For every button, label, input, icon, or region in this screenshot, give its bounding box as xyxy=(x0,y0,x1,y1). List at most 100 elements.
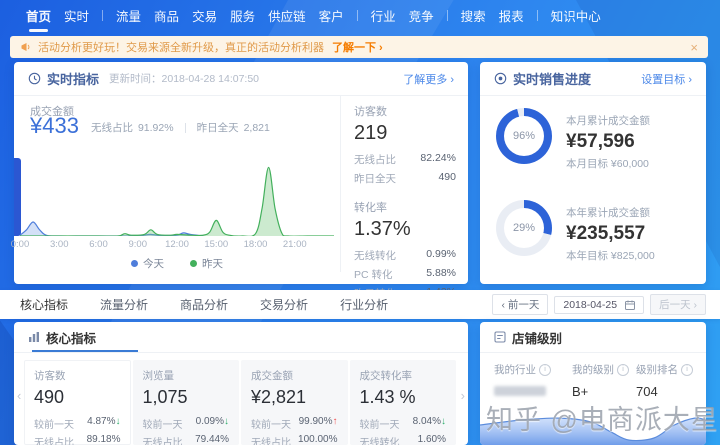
realtime-side-metrics: 访客数 219 无线占比 82.24% 昨日全天 490 转化率 1.37% 无… xyxy=(354,103,456,301)
panel-title: 实时指标 xyxy=(47,69,99,88)
tab-trade-analysis[interactable]: 交易分析 xyxy=(260,296,308,313)
amount-value: ¥433 xyxy=(30,114,79,138)
panel-title: 实时销售进度 xyxy=(513,69,591,88)
prev-day-button[interactable]: ‹ 前一天 xyxy=(492,294,548,315)
tab-core-metrics[interactable]: 核心指标 xyxy=(20,296,68,313)
separator xyxy=(185,123,186,133)
info-icon[interactable]: i xyxy=(681,364,693,376)
carousel-prev-icon[interactable]: ‹ xyxy=(17,388,21,403)
year-progress-percent: 29% xyxy=(513,222,535,234)
carousel-next-icon[interactable]: › xyxy=(461,388,465,403)
year-target: 本年目标 ¥825,000 xyxy=(566,248,696,263)
x-axis-tick-labels: 0:003:006:009:0012:0015:0018:0021:00 xyxy=(20,239,334,251)
tab-product-analysis[interactable]: 商品分析 xyxy=(180,296,228,313)
active-card-indicator xyxy=(32,350,138,352)
trend-down-icon: ↓ xyxy=(116,416,121,427)
metric-row-key: 无线占比 xyxy=(251,434,291,445)
metric-card-visitors[interactable]: 访客数 490 较前一天 4.87%↓ 无线占比 89.18% xyxy=(24,360,131,445)
nav-item-realtime[interactable]: 实时 xyxy=(64,6,89,25)
info-icon[interactable]: i xyxy=(539,364,551,376)
metric-row-value: 8.04% xyxy=(413,416,441,427)
next-day-button[interactable]: 后一天 › xyxy=(650,294,706,315)
core-metric-cards: 访客数 490 较前一天 4.87%↓ 无线占比 89.18% 浏览量 1,07… xyxy=(24,360,458,445)
target-key: 本月目标 xyxy=(566,158,608,170)
nav-item-supply-chain[interactable]: 供应链 xyxy=(268,6,306,25)
tab-traffic-analysis[interactable]: 流量分析 xyxy=(100,296,148,313)
metric-row: 较前一天 4.87%↓ xyxy=(34,416,121,431)
legend-dot-yesterday xyxy=(190,260,197,267)
metric-value: 490 xyxy=(34,387,121,408)
nav-item-trade[interactable]: 交易 xyxy=(192,6,217,25)
x-tick-label: 3:00 xyxy=(47,239,71,250)
trend-down-icon: ↓ xyxy=(441,416,446,427)
nav-item-products[interactable]: 商品 xyxy=(154,6,179,25)
metric-value: 1.43 % xyxy=(360,387,447,408)
nav-item-knowledge-center[interactable]: 知识中心 xyxy=(551,6,601,25)
metric-row-value: 4.87% xyxy=(87,416,115,427)
top-nav: 首页 实时 流量 商品 交易 服务 供应链 客户 行业 竞争 搜索 报表 知识中… xyxy=(0,0,720,30)
watermark: 知乎 @电商派大星 xyxy=(486,398,719,437)
metric-value: ¥2,821 xyxy=(251,387,338,408)
trend-up-icon: ↑ xyxy=(333,416,338,427)
legend-item-yesterday[interactable]: 昨天 xyxy=(190,256,223,271)
learn-more-link[interactable]: 了解更多 › xyxy=(403,71,454,87)
metric-card-conversion-rate[interactable]: 成交转化率 1.43 % 较前一天 8.04%↓ 无线转化 1.60% xyxy=(350,360,457,445)
nav-item-traffic[interactable]: 流量 xyxy=(116,6,141,25)
nav-divider xyxy=(537,10,538,21)
notice-link[interactable]: 了解一下 › xyxy=(332,39,383,55)
metric-label: 成交金额 xyxy=(251,368,338,383)
realtime-panel-header: 实时指标 更新时间：2018-04-28 14:07:50 了解更多 › xyxy=(14,62,468,96)
metric-row-key: 较前一天 xyxy=(34,416,74,431)
nav-item-customers[interactable]: 客户 xyxy=(319,6,344,25)
metric-card-pageviews[interactable]: 浏览量 1,075 较前一天 0.09%↓ 无线占比 79.44% xyxy=(133,360,240,445)
nav-item-competition[interactable]: 竞争 xyxy=(409,6,434,25)
realtime-metrics-panel: 实时指标 更新时间：2018-04-28 14:07:50 了解更多 › 成交金… xyxy=(14,62,468,284)
clock-icon xyxy=(28,72,41,85)
x-tick-label: 15:00 xyxy=(204,239,228,250)
set-target-link[interactable]: 设置目标 › xyxy=(641,71,692,87)
metric-label: 访客数 xyxy=(34,368,121,383)
sales-progress-panel: 实时销售进度 设置目标 › 96% 本月累计成交金额 ¥57,596 本月目标 … xyxy=(480,62,706,284)
x-tick-label: 12:00 xyxy=(165,239,189,250)
target-key: 本年目标 xyxy=(566,250,608,262)
badge-icon xyxy=(494,331,506,343)
x-tick-label: 21:00 xyxy=(283,239,307,250)
x-tick-label: 0:00 xyxy=(8,239,32,250)
kv-key: 昨日全天 xyxy=(354,171,396,186)
metric-row: 较前一天 8.04%↓ xyxy=(360,416,447,431)
month-amount-value: ¥57,596 xyxy=(566,131,696,153)
metric-row-key: 较前一天 xyxy=(360,416,400,431)
legend-item-today[interactable]: 今天 xyxy=(131,256,164,271)
nav-item-home[interactable]: 首页 xyxy=(26,6,51,25)
metric-row-key: 无线占比 xyxy=(34,434,74,445)
date-picker[interactable]: 2018-04-25 xyxy=(554,296,644,314)
nav-item-reports[interactable]: 报表 xyxy=(499,6,524,25)
sales-panel-header: 实时销售进度 设置目标 › xyxy=(480,62,706,96)
month-progress-text: 本月累计成交金额 ¥57,596 本月目标 ¥60,000 xyxy=(566,113,696,171)
donut-hole: 96% xyxy=(504,116,544,156)
conversion-label: 转化率 xyxy=(354,199,456,215)
nav-item-search[interactable]: 搜索 xyxy=(461,6,486,25)
legend-label: 今天 xyxy=(143,256,164,271)
metric-card-payment-amount[interactable]: 成交金额 ¥2,821 较前一天 99.90%↑ 无线占比 100.00% xyxy=(241,360,348,445)
target-value: ¥825,000 xyxy=(611,250,655,262)
metric-label: 浏览量 xyxy=(143,368,230,383)
realtime-trend-area-chart[interactable] xyxy=(20,158,334,236)
nav-item-industry[interactable]: 行业 xyxy=(371,6,396,25)
chart-legend: 今天 昨天 xyxy=(14,256,340,271)
level-rank-column: 级别排名 i 704 xyxy=(636,362,693,399)
metric-row-key: 较前一天 xyxy=(251,416,291,431)
amount-row: ¥433 无线占比 91.92% 昨日全天 2,821 xyxy=(30,114,270,138)
visitors-block: 访客数 219 无线占比 82.24% 昨日全天 490 xyxy=(354,103,456,186)
tab-industry-analysis[interactable]: 行业分析 xyxy=(340,296,388,313)
close-icon[interactable]: × xyxy=(690,41,698,54)
info-icon[interactable]: i xyxy=(617,364,629,376)
nav-item-service[interactable]: 服务 xyxy=(230,6,255,25)
kv-value: 490 xyxy=(438,171,456,186)
core-panel-header: 核心指标 xyxy=(14,322,468,353)
metric-row: 较前一天 99.90%↑ xyxy=(251,416,338,431)
nav-divider xyxy=(102,10,103,21)
nav-divider xyxy=(447,10,448,21)
donut-hole: 29% xyxy=(504,208,544,248)
metric-row: 无线占比 100.00% xyxy=(251,434,338,445)
